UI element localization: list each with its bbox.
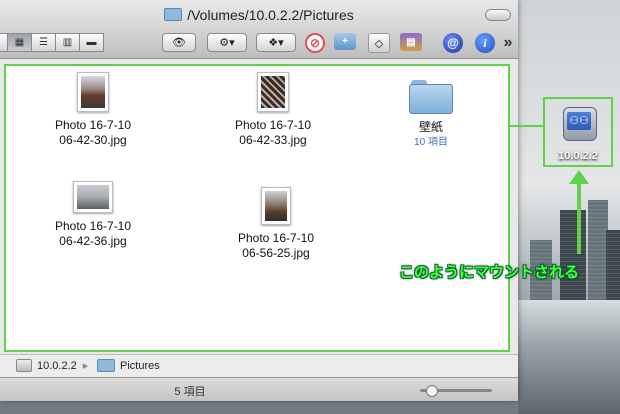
folder-icon (409, 80, 453, 114)
folder-name: 壁紙 (418, 120, 443, 134)
view-switcher: ▦ ☰ ▥ ▬ (0, 33, 104, 52)
arrow-shaft (577, 182, 581, 254)
file-item[interactable]: Photo 16-7-10 06-42-33.jpg (218, 72, 328, 148)
status-bar: 5 項目 (0, 377, 518, 401)
server-label: 10.0.2.2 (558, 150, 598, 162)
folder-icon (97, 359, 115, 372)
new-folder-button[interactable]: + (334, 33, 356, 50)
info-icon: i (483, 35, 487, 50)
photo-thumbnail (257, 72, 289, 112)
file-name: 06-42-33.jpg (239, 133, 307, 147)
books-icon: ▤ (406, 36, 416, 48)
file-name: Photo 16-7-10 (54, 219, 132, 233)
path-item-label: 10.0.2.2 (37, 359, 77, 372)
window-title: /Volumes/10.0.2.2/Pictures (0, 7, 518, 23)
column-view-button[interactable]: ▥ (56, 33, 80, 52)
gear-icon: ⚙▾ (219, 37, 235, 49)
globe-icon: @ (447, 36, 459, 50)
mounted-server-icon[interactable]: ⚇⚇ 10.0.2.2 (543, 97, 613, 167)
box-icon: ◇ (374, 37, 384, 50)
server-drive-icon (16, 359, 32, 372)
chevron-right-icon: ▸ (82, 360, 89, 372)
photo-thumbnail (261, 187, 291, 225)
path-item-label: Pictures (120, 359, 160, 372)
eye-icon: 👁 (172, 37, 186, 49)
file-name: Photo 16-7-10 (234, 118, 312, 132)
package-button[interactable]: ◇ (368, 33, 390, 53)
new-folder-icon: + (342, 36, 348, 47)
photo-thumbnail (73, 181, 113, 213)
path-item-pictures[interactable]: Pictures (97, 359, 160, 372)
path-item-server[interactable]: 10.0.2.2 ▸ (16, 359, 94, 372)
dropbox-icon: ❖▾ (268, 37, 284, 49)
no-entry-icon: ⊘ (309, 36, 321, 50)
quick-look-button[interactable]: 👁 (162, 33, 196, 52)
toolbar-overflow-button[interactable]: » (498, 33, 518, 53)
slider-knob[interactable] (425, 385, 438, 397)
info-button[interactable]: i (475, 33, 495, 53)
view-left-edge (0, 33, 8, 52)
file-name: 06-42-30.jpg (59, 133, 127, 147)
delete-button[interactable]: ⊘ (305, 33, 325, 53)
globe-button[interactable]: @ (443, 33, 463, 53)
folder-icon (164, 8, 183, 21)
network-drive-icon: ⚇⚇ (563, 107, 597, 141)
window-title-text: /Volumes/10.0.2.2/Pictures (187, 7, 354, 23)
file-name: 06-56-25.jpg (242, 246, 310, 260)
coverflow-view-button[interactable]: ▬ (80, 33, 104, 52)
file-area[interactable]: Photo 16-7-10 06-42-30.jpg Photo 16-7-10… (4, 64, 510, 352)
file-item[interactable]: Photo 16-7-10 06-42-30.jpg (38, 72, 148, 148)
dropbox-menu-button[interactable]: ❖▾ (256, 33, 296, 52)
item-count: 5 項目 (174, 386, 206, 398)
icon-size-slider[interactable] (420, 385, 492, 397)
finder-window: /Volumes/10.0.2.2/Pictures ▦ ☰ ▥ ▬ 👁 ⚙▾ … (0, 0, 518, 401)
annotation-caption: このようにマウントされる (399, 264, 580, 281)
folder-item-count: 10 項目 (414, 137, 448, 148)
file-name: Photo 16-7-10 (54, 118, 132, 132)
list-view-button[interactable]: ☰ (32, 33, 56, 52)
books-button[interactable]: ▤ (400, 33, 422, 51)
file-item[interactable]: Photo 16-7-10 06-56-25.jpg (221, 187, 331, 261)
file-name: Photo 16-7-10 (237, 231, 315, 245)
action-menu-button[interactable]: ⚙▾ (207, 33, 247, 52)
title-bar[interactable]: /Volumes/10.0.2.2/Pictures ▦ ☰ ▥ ▬ 👁 ⚙▾ … (0, 0, 518, 59)
toolbar-toggle-button[interactable] (485, 9, 511, 21)
photo-thumbnail (77, 72, 109, 112)
highlight-connector (510, 125, 543, 127)
path-bar: 10.0.2.2 ▸ Pictures (0, 354, 518, 377)
icon-view-button[interactable]: ▦ (8, 33, 32, 52)
file-item[interactable]: Photo 16-7-10 06-42-36.jpg (38, 181, 148, 249)
chevron-double-icon: » (503, 34, 513, 51)
folder-item[interactable]: 壁紙 10 項目 (386, 80, 476, 150)
wallpaper-ice (518, 300, 620, 414)
file-name: 06-42-36.jpg (59, 234, 127, 248)
